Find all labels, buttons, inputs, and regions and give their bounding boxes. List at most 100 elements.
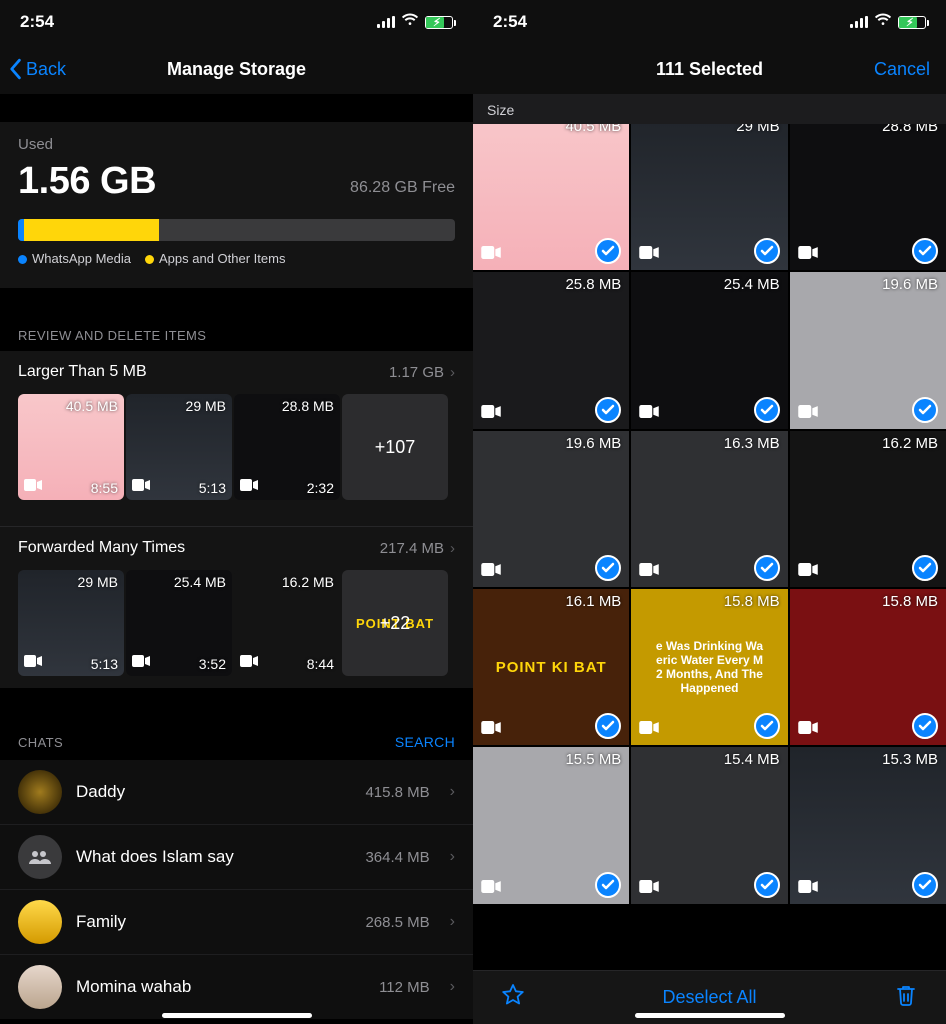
review-header: REVIEW AND DELETE ITEMS [0, 312, 473, 351]
media-thumb-more[interactable]: POINT BAT +22 [342, 570, 448, 676]
thumb-dur: 8:44 [307, 656, 334, 672]
nav-bar: Back Manage Storage [0, 44, 473, 94]
search-button[interactable]: SEARCH [395, 734, 455, 750]
storage-bar-other [24, 219, 159, 241]
deselect-all-button[interactable]: Deselect All [662, 987, 756, 1008]
check-icon [912, 555, 938, 581]
back-label: Back [26, 59, 66, 80]
media-thumb[interactable]: 40.5 MB 8:55 [18, 394, 124, 500]
media-tile[interactable]: 25.4 MB [631, 272, 787, 428]
media-tile[interactable]: 15.3 MB [790, 747, 946, 903]
cancel-button[interactable]: Cancel [874, 59, 930, 80]
back-button[interactable]: Back [8, 58, 66, 80]
media-thumb-more[interactable]: +107 [342, 394, 448, 500]
media-thumb[interactable]: 29 MB 5:13 [126, 394, 232, 500]
check-icon [754, 397, 780, 423]
video-icon [132, 478, 150, 496]
star-button[interactable] [501, 983, 525, 1012]
chevron-right-icon: › [450, 978, 455, 996]
status-indicators: ⚡︎ [850, 12, 926, 32]
chevron-right-icon: › [450, 364, 455, 381]
media-tile[interactable]: 19.6 MB [473, 431, 629, 587]
media-tile[interactable]: 40.5 MB [473, 124, 629, 270]
used-label: Used [18, 136, 53, 153]
media-tile[interactable]: 29 MB [631, 124, 787, 270]
media-tile[interactable]: POINT KI BAT 16.1 MB [473, 589, 629, 745]
dot-icon [145, 255, 154, 264]
thumb-more: +107 [375, 437, 416, 458]
chat-row[interactable]: Family 268.5 MB › [0, 889, 473, 954]
media-thumb[interactable]: 16.2 MB 8:44 [234, 570, 340, 676]
battery-icon: ⚡︎ [898, 16, 926, 29]
chat-name: What does Islam say [76, 847, 351, 867]
check-icon [912, 238, 938, 264]
media-tile[interactable]: 19.6 MB [790, 272, 946, 428]
chats-label: CHATS [18, 735, 63, 750]
video-icon [24, 478, 42, 496]
media-thumb[interactable]: 29 MB 5:13 [18, 570, 124, 676]
chat-row[interactable]: What does Islam say 364.4 MB › [0, 824, 473, 889]
larger-total: 1.17 GB [389, 364, 444, 381]
tile-size: 19.6 MB [565, 435, 621, 452]
video-icon [798, 563, 818, 581]
larger-row[interactable]: Larger Than 5 MB 1.17 GB› [0, 351, 473, 393]
media-tile[interactable]: 16.2 MB [790, 431, 946, 587]
video-icon [798, 880, 818, 898]
media-tile[interactable]: 15.8 MB [790, 589, 946, 745]
check-icon [595, 238, 621, 264]
tile-caption: POINT KI BAT [496, 659, 607, 676]
tile-size: 15.4 MB [724, 751, 780, 768]
check-icon [595, 713, 621, 739]
thumb-size: 29 MB [186, 398, 226, 414]
chat-size: 415.8 MB [365, 784, 429, 801]
avatar [18, 770, 62, 814]
chevron-right-icon: › [450, 783, 455, 801]
video-icon [481, 246, 501, 264]
dot-icon [18, 255, 27, 264]
thumb-dur: 5:13 [91, 656, 118, 672]
chevron-right-icon: › [450, 848, 455, 866]
chat-name: Momina wahab [76, 977, 365, 997]
thumb-dur: 8:55 [91, 480, 118, 496]
wifi-icon [874, 12, 892, 32]
thumb-size: 16.2 MB [282, 574, 334, 590]
video-icon [798, 721, 818, 739]
media-tile[interactable]: 28.8 MB [790, 124, 946, 270]
chat-name: Family [76, 912, 351, 932]
video-icon [132, 654, 150, 672]
check-icon [912, 713, 938, 739]
media-thumb[interactable]: 28.8 MB 2:32 [234, 394, 340, 500]
chat-row[interactable]: Momina wahab 112 MB › [0, 954, 473, 1019]
video-icon [240, 478, 258, 496]
forwarded-row[interactable]: Forwarded Many Times 217.4 MB› [0, 526, 473, 569]
media-tile[interactable]: 15.4 MB [631, 747, 787, 903]
video-icon [639, 880, 659, 898]
forwarded-thumbs: 29 MB 5:13 25.4 MB 3:52 16.2 MB 8:44 POI… [0, 569, 473, 688]
tile-size: 16.1 MB [565, 593, 621, 610]
video-icon [639, 405, 659, 423]
media-tile[interactable]: 15.5 MB [473, 747, 629, 903]
video-icon [639, 246, 659, 264]
thumb-size: 40.5 MB [66, 398, 118, 414]
thumb-dur: 5:13 [199, 480, 226, 496]
media-tile[interactable]: 16.3 MB [631, 431, 787, 587]
nav-bar: 111 Selected Cancel [473, 44, 946, 94]
tile-size: 25.8 MB [565, 276, 621, 293]
tile-caption: e Was Drinking Wa eric Water Every M 2 M… [652, 635, 767, 699]
content: Used 1.56 GB 86.28 GB Free WhatsApp Medi… [0, 94, 473, 1024]
chat-row[interactable]: Daddy 415.8 MB › [0, 760, 473, 824]
trash-button[interactable] [894, 983, 918, 1012]
tile-size: 16.3 MB [724, 435, 780, 452]
size-header: Size [473, 94, 946, 124]
tile-size: 15.8 MB [724, 593, 780, 610]
check-icon [595, 555, 621, 581]
media-tile[interactable]: e Was Drinking Wa eric Water Every M 2 M… [631, 589, 787, 745]
avatar [18, 900, 62, 944]
status-time: 2:54 [20, 12, 54, 32]
tile-size: 15.8 MB [882, 593, 938, 610]
media-tile[interactable]: 25.8 MB [473, 272, 629, 428]
thumb-more: +22 [380, 613, 411, 634]
storage-bar [18, 219, 455, 241]
video-icon [240, 654, 258, 672]
media-thumb[interactable]: 25.4 MB 3:52 [126, 570, 232, 676]
